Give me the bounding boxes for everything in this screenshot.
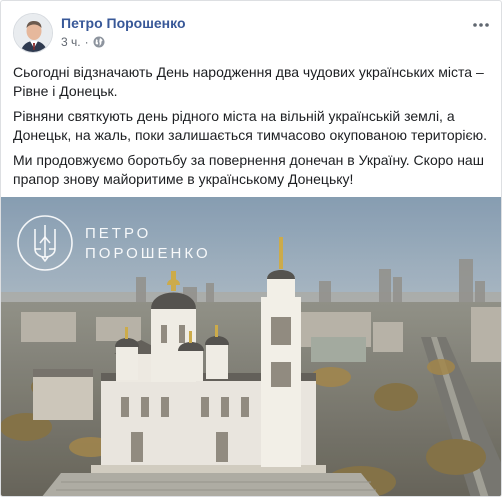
photo-watermark: ПЕТРО ПОРОШЕНКО [15, 213, 208, 275]
watermark-line-2: ПОРОШЕНКО [85, 245, 211, 262]
author-name[interactable]: Петро Порошенко [61, 15, 186, 31]
post-photo[interactable]: ПЕТРО ПОРОШЕНКО [1, 197, 501, 496]
meta-separator: · [84, 35, 89, 49]
avatar-portrait [14, 14, 52, 52]
globe-icon [93, 36, 105, 48]
post-paragraph-1: Сьогодні відзначають День народження два… [13, 64, 484, 99]
post-paragraph-3: Ми продовжуємо боротьбу за повернення до… [13, 152, 484, 187]
facebook-post: Петро Порошенко 3 ч. · Сьогодні відзнача… [0, 0, 502, 497]
post-timestamp[interactable]: 3 ч. [61, 35, 81, 49]
author-avatar[interactable] [13, 13, 53, 53]
post-header: Петро Порошенко 3 ч. · [13, 13, 491, 55]
more-options-icon[interactable] [471, 15, 491, 35]
trident-icon [17, 215, 73, 271]
post-paragraph-2: Рівняни святкують день рідного міста на … [13, 108, 488, 143]
watermark-line-1: ПЕТРО [85, 225, 152, 242]
post-text: Сьогодні відзначають День народження два… [13, 63, 491, 195]
post-meta: 3 ч. · [61, 35, 105, 49]
